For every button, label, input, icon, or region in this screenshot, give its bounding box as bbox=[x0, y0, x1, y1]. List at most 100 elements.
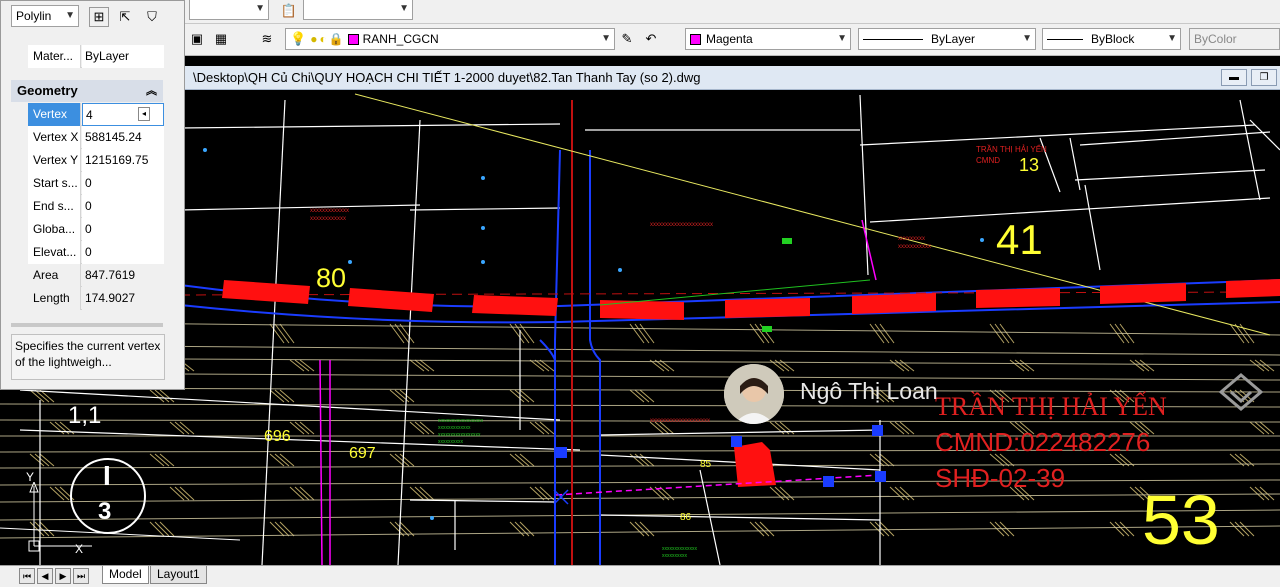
property-description: Specifies the current vertex of the ligh… bbox=[11, 334, 165, 380]
freeze-icon: ◐ bbox=[319, 32, 327, 46]
prop-value: 174.9027 bbox=[82, 287, 164, 310]
svg-text:xxxxxxxxxxxxx: xxxxxxxxxxxxx bbox=[310, 208, 349, 214]
ucs-icon bbox=[28, 482, 92, 552]
prop-row-elevation[interactable]: Elevat... 0 bbox=[28, 241, 164, 264]
prop-name: Start s... bbox=[28, 172, 81, 195]
prop-row-vertex[interactable]: Vertex 4 ◂ bbox=[28, 103, 164, 126]
cad-drawing: xxxxxxxxxxxxx xxxxxxxxxxxx xxxxxxxxxxxxx… bbox=[0, 90, 1280, 566]
svg-text:xxxxxxxxxx: xxxxxxxxxx bbox=[438, 439, 464, 445]
tab-layout1[interactable]: Layout1 bbox=[150, 566, 207, 584]
last-tab-icon[interactable]: ⏭ bbox=[73, 568, 89, 584]
geometry-title: Geometry bbox=[17, 83, 78, 98]
prop-value: 0 bbox=[82, 241, 164, 264]
prop-row-start-segment[interactable]: Start s... 0 bbox=[28, 172, 164, 195]
prop-value: 1215169.75 bbox=[82, 149, 164, 172]
drawing-canvas[interactable]: xxxxxxxxxxxxx xxxxxxxxxxxx xxxxxxxxxxxxx… bbox=[0, 90, 1280, 566]
select-objects-icon[interactable]: ⇱ bbox=[115, 7, 135, 27]
svg-text:xxxxxxxxx: xxxxxxxxx bbox=[898, 236, 925, 242]
owner-name-text: TRẦN THỊ HẢI YẾN bbox=[935, 392, 1167, 421]
lot-number-86: 86 bbox=[680, 512, 692, 523]
svg-text:xxxxxxxxxxxxxxxxx: xxxxxxxxxxxxxxxxx bbox=[438, 432, 481, 438]
material-value: ByLayer bbox=[82, 45, 164, 68]
chevron-down-icon: ▼ bbox=[65, 10, 75, 21]
prop-value: 0 bbox=[82, 172, 164, 195]
svg-text:xxxxxxxxxxxxxxxxxxxx: xxxxxxxxxxxxxxxxxxxx bbox=[650, 418, 710, 424]
prop-value: 847.7619 bbox=[82, 264, 164, 287]
minimize-button[interactable]: ▬ bbox=[1221, 69, 1247, 86]
vertex-stepper-icon[interactable]: ◂ bbox=[138, 107, 150, 121]
sheet-label: 1,1 bbox=[68, 402, 102, 429]
svg-text:xxxxxxxxxxxxx: xxxxxxxxxxxxx bbox=[438, 425, 471, 431]
prop-name: Globa... bbox=[28, 218, 81, 241]
svg-text:xxxxxxxxxxxxxx: xxxxxxxxxxxxxx bbox=[662, 546, 698, 552]
chevron-down-icon: ▼ bbox=[1022, 33, 1032, 44]
restore-button[interactable]: ❐ bbox=[1251, 69, 1277, 86]
prop-row-end-segment[interactable]: End s... 0 bbox=[28, 195, 164, 218]
view-combo[interactable]: ▼ bbox=[303, 0, 413, 20]
chevron-down-icon: ▼ bbox=[1167, 33, 1177, 44]
zoom-window-icon[interactable]: ▣ bbox=[187, 29, 207, 49]
prop-name: Vertex X bbox=[28, 126, 81, 149]
prop-row-vertex-y[interactable]: Vertex Y 1215169.75 bbox=[28, 149, 164, 172]
tab-model[interactable]: Model bbox=[102, 566, 149, 584]
prop-name: End s... bbox=[28, 195, 81, 218]
svg-text:xxxxxxxxxx: xxxxxxxxxx bbox=[662, 553, 688, 559]
plotstyle-combo[interactable]: ByColor bbox=[1189, 28, 1280, 50]
svg-text:xxxxxxxxxxxxxxxxxxxxx: xxxxxxxxxxxxxxxxxxxxx bbox=[650, 222, 713, 228]
material-label: Mater... bbox=[28, 45, 81, 68]
object-type-combo[interactable]: Polylin ▼ bbox=[11, 5, 79, 27]
lot-number-53: 53 bbox=[1142, 481, 1220, 559]
svg-text:xxxxxxxxxxxx: xxxxxxxxxxxx bbox=[310, 216, 346, 222]
collapse-icon: ︽ bbox=[146, 85, 157, 97]
prop-value: 0 bbox=[82, 218, 164, 241]
layout-tab-bar: ⏮ ◀ ▶ ⏭ Model Layout1 bbox=[0, 565, 1280, 587]
svg-text:xxxxxxxxxxxxxxxxxx: xxxxxxxxxxxxxxxxxx bbox=[438, 418, 484, 424]
chevron-down-icon: ▼ bbox=[255, 3, 265, 14]
geometry-section-header[interactable]: Geometry ︽ bbox=[11, 80, 163, 102]
chevron-down-icon: ▼ bbox=[601, 33, 611, 44]
chevron-down-icon: ▼ bbox=[399, 3, 409, 14]
zoom-previous-icon[interactable]: ▦ bbox=[211, 29, 231, 49]
lineweight-combo[interactable]: ByBlock ▼ bbox=[1042, 28, 1181, 50]
plotstyle-value: ByColor bbox=[1194, 32, 1237, 46]
layer-combo[interactable]: 💡 ● ◐ 🔒 RANH_CGCN ▼ bbox=[285, 28, 615, 50]
workspace-combo[interactable]: ▼ bbox=[189, 0, 269, 20]
make-current-layer-icon[interactable]: ✎ bbox=[617, 29, 637, 49]
lot-number-13: 13 bbox=[1019, 155, 1040, 175]
prop-row-global-width[interactable]: Globa... 0 bbox=[28, 218, 164, 241]
match-properties-icon[interactable]: 📋 bbox=[279, 1, 299, 21]
quick-select-icon[interactable]: ⛉ bbox=[142, 7, 162, 27]
prop-name: Vertex Y bbox=[28, 149, 81, 172]
layers-toolbar: ▣ ▦ ≋ 💡 ● ◐ 🔒 RANH_CGCN ▼ ✎ ↶ Magenta ▼ … bbox=[185, 24, 1280, 56]
prop-name: Area bbox=[28, 264, 81, 287]
prop-value: 588145.24 bbox=[82, 126, 164, 149]
small-owner-id: CMND bbox=[976, 156, 1000, 165]
linetype-combo[interactable]: ByLayer ▼ bbox=[858, 28, 1036, 50]
panel-splitter[interactable] bbox=[11, 323, 163, 327]
linetype-value: ByLayer bbox=[931, 32, 976, 46]
owner-id-text: CMND:022482276 bbox=[935, 427, 1151, 457]
prop-row-area: Area 847.7619 bbox=[28, 264, 164, 287]
layer-name: RANH_CGCN bbox=[362, 32, 439, 46]
material-row[interactable]: Mater... ByLayer bbox=[28, 45, 164, 68]
prop-row-vertex-x[interactable]: Vertex X 588145.24 bbox=[28, 126, 164, 149]
owner-land-cert-text: SHĐ-02-39 bbox=[935, 463, 1066, 493]
prop-value[interactable]: 4 bbox=[82, 103, 164, 126]
prop-name: Elevat... bbox=[28, 241, 81, 264]
user-avatar bbox=[724, 364, 784, 424]
drawing-file-path: \Desktop\QH Củ Chi\QUY HOẠCH CHI TIẾT 1-… bbox=[193, 70, 701, 85]
north-arrow-number: 3 bbox=[98, 498, 112, 525]
layer-properties-icon[interactable]: ≋ bbox=[257, 29, 277, 49]
color-combo[interactable]: Magenta ▼ bbox=[685, 28, 851, 50]
top-toolbar: ▼ 📋 ▼ bbox=[185, 0, 1280, 24]
chevron-down-icon: ▼ bbox=[837, 33, 847, 44]
toggle-pickadd-icon[interactable]: ⊞ bbox=[89, 7, 109, 27]
drawing-window-titlebar: \Desktop\QH Củ Chi\QUY HOẠCH CHI TIẾT 1-… bbox=[185, 66, 1280, 90]
first-tab-icon[interactable]: ⏮ bbox=[19, 568, 35, 584]
next-tab-icon[interactable]: ▶ bbox=[55, 568, 71, 584]
prop-value: 0 bbox=[82, 195, 164, 218]
properties-palette: Polylin ▼ ⊞ ⇱ ⛉ Mater... ByLayer Geometr… bbox=[0, 0, 185, 390]
layer-previous-icon[interactable]: ↶ bbox=[641, 29, 661, 49]
prev-tab-icon[interactable]: ◀ bbox=[37, 568, 53, 584]
prop-name: Vertex bbox=[28, 103, 81, 126]
